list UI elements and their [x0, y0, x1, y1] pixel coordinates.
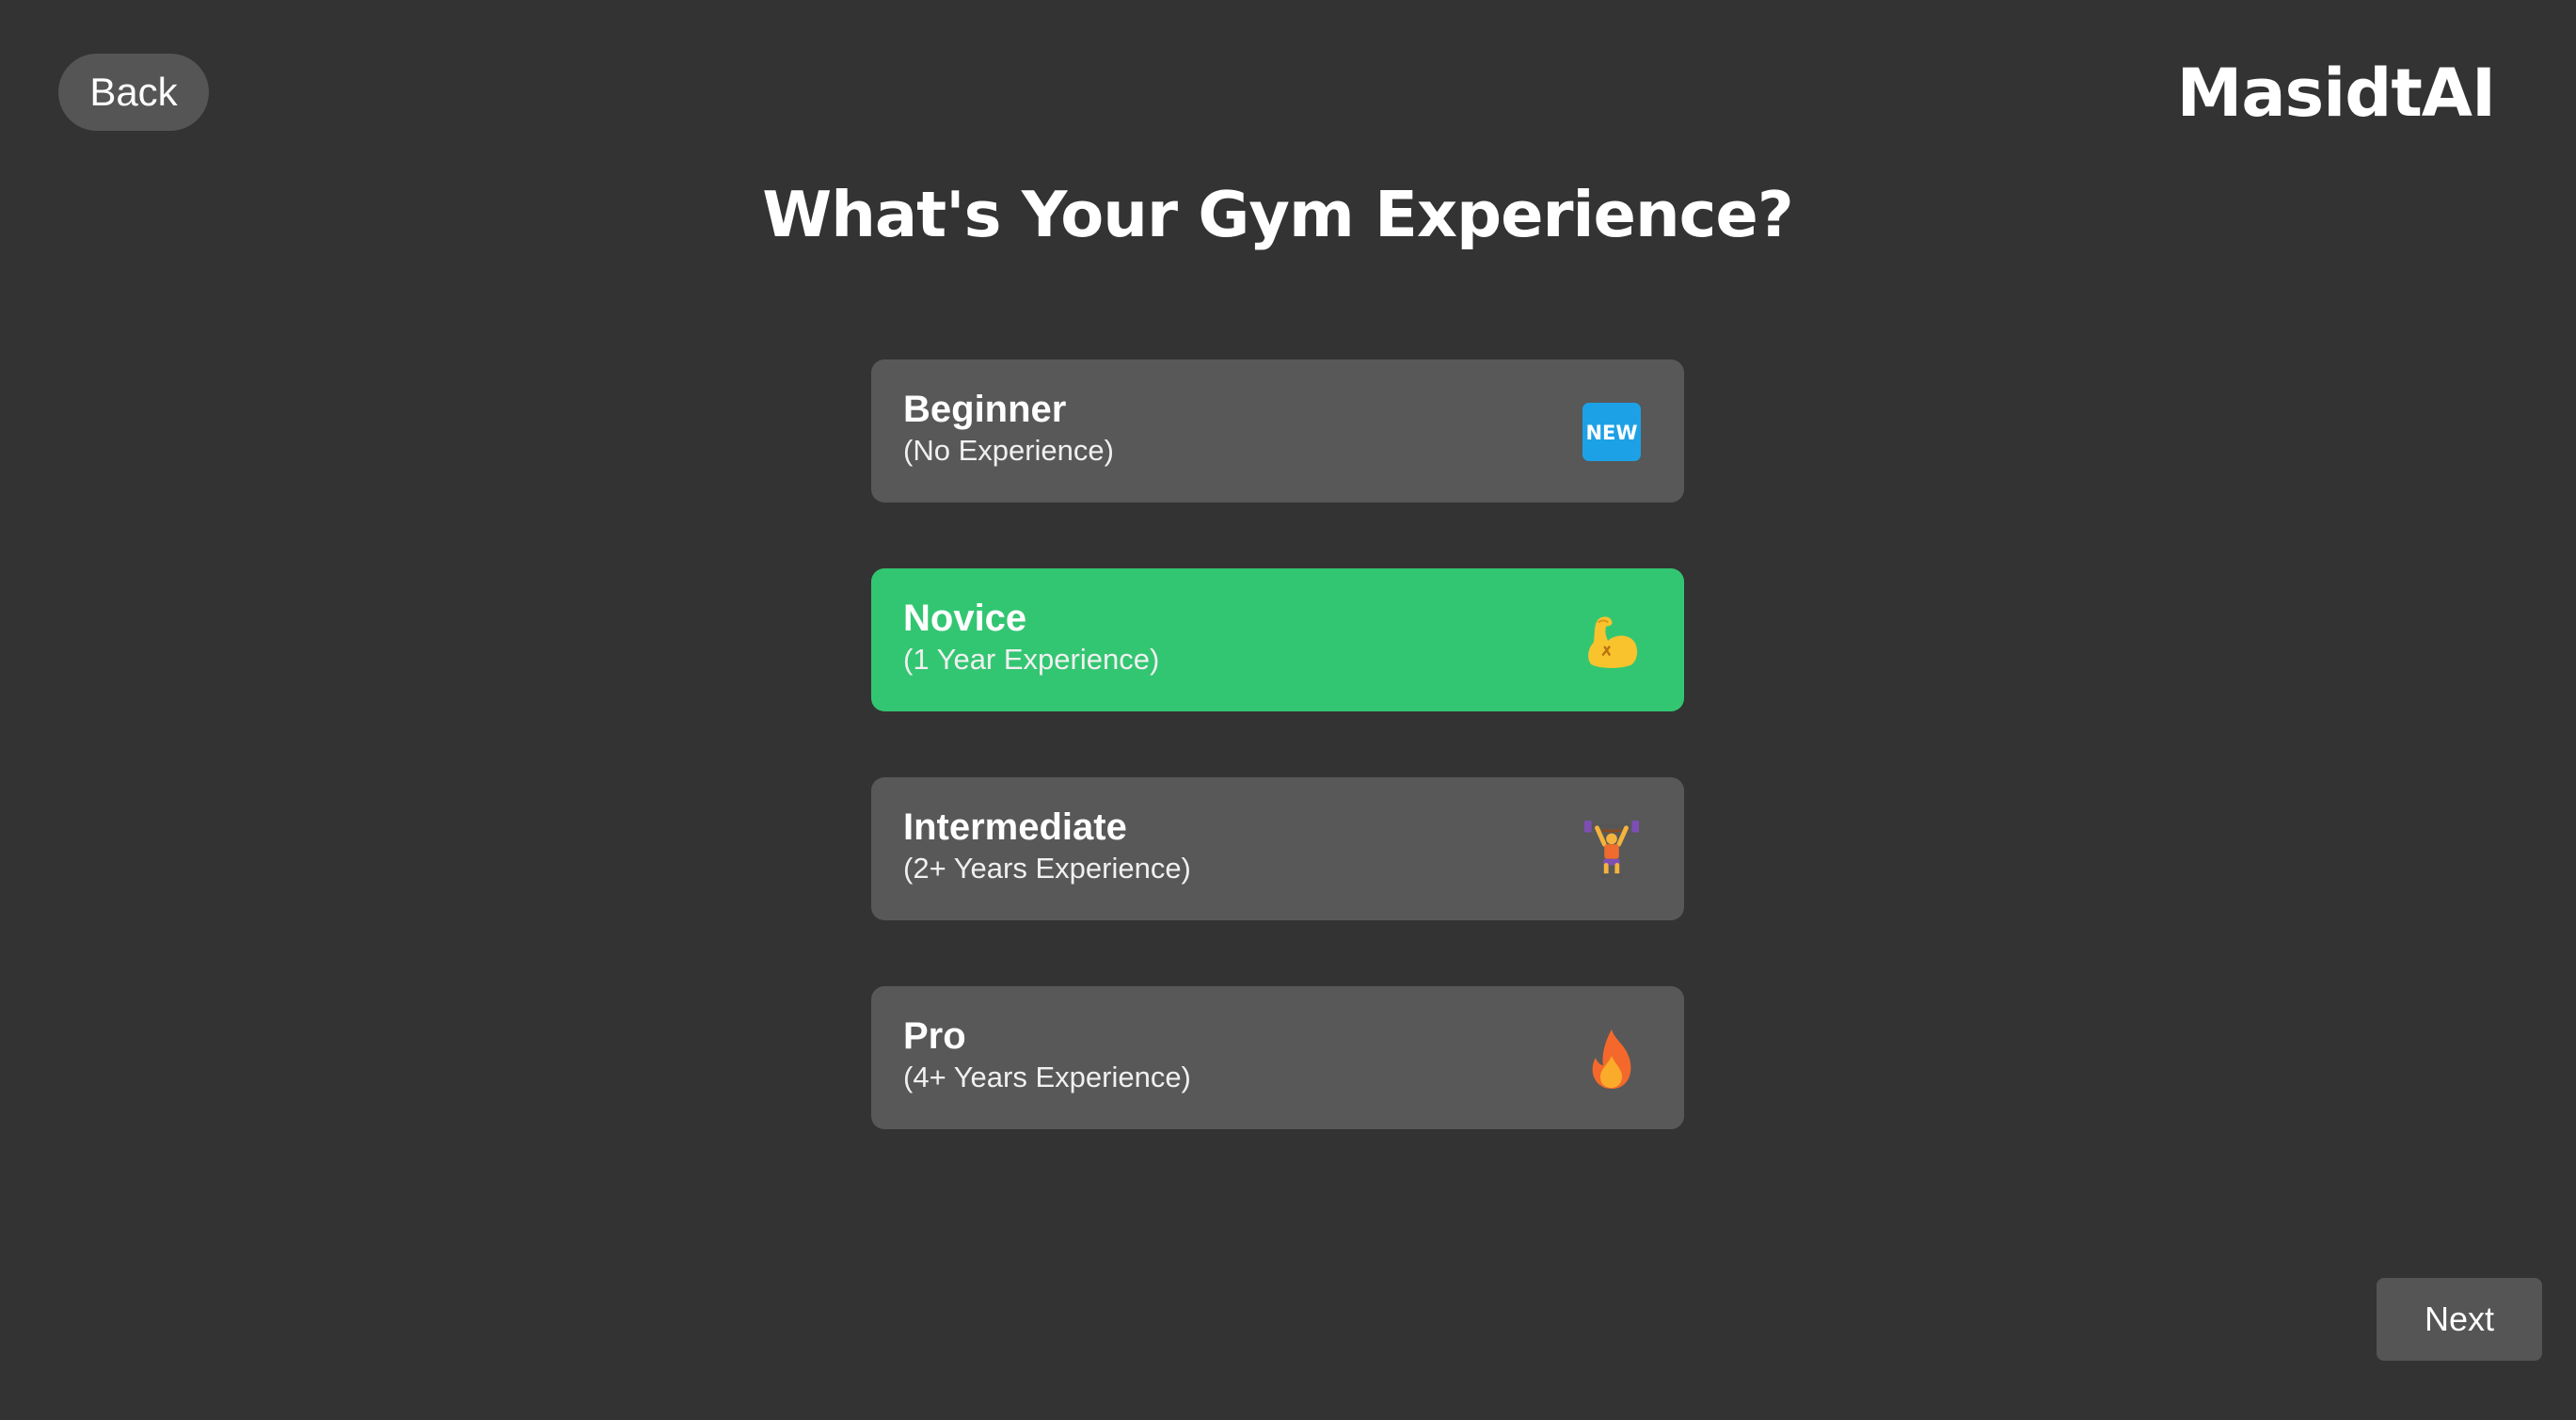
option-subtitle: (4+ Years Experience)	[903, 1061, 1191, 1093]
option-title: Pro	[903, 1015, 966, 1057]
new-badge-icon: NEW	[1582, 403, 1641, 461]
option-beginner[interactable]: Beginner (No Experience) NEW	[871, 359, 1684, 503]
page-title: What's Your Gym Experience?	[762, 178, 1793, 251]
option-subtitle: (No Experience)	[903, 434, 1114, 467]
next-button[interactable]: Next	[2377, 1278, 2542, 1361]
brand-logo: MasidtAI	[2176, 55, 2496, 132]
fire-icon	[1582, 1029, 1641, 1089]
option-subtitle: (2+ Years Experience)	[903, 852, 1191, 885]
option-title: Beginner	[903, 389, 1067, 430]
option-subtitle: (1 Year Experience)	[903, 643, 1160, 676]
option-title: Intermediate	[903, 806, 1127, 848]
option-title: Novice	[903, 598, 1027, 639]
svg-text:NEW: NEW	[1585, 422, 1637, 444]
option-novice[interactable]: Novice (1 Year Experience)	[871, 568, 1684, 711]
back-button[interactable]: Back	[58, 54, 209, 131]
option-pro[interactable]: Pro (4+ Years Experience)	[871, 986, 1684, 1129]
weight-lifter-icon	[1582, 821, 1641, 879]
option-intermediate[interactable]: Intermediate (2+ Years Experience)	[871, 777, 1684, 920]
flexed-biceps-icon	[1582, 612, 1641, 670]
